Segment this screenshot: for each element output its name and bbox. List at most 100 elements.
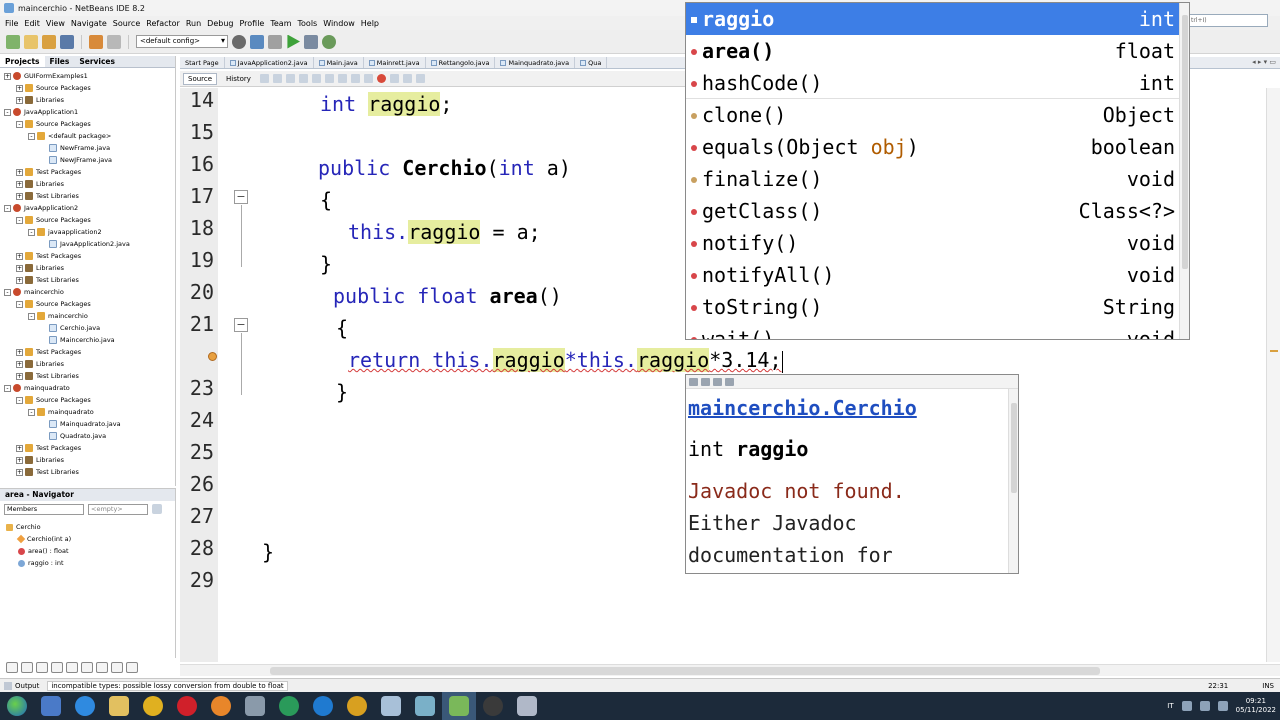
expand-toggle-icon[interactable]: - [4, 108, 11, 116]
expand-toggle-icon[interactable]: + [16, 276, 23, 284]
navigator-item[interactable]: area() : float [0, 545, 175, 557]
tree-item[interactable]: + Test Libraries [0, 274, 175, 286]
menu-navigate[interactable]: Navigate [68, 19, 110, 28]
tree-item[interactable]: + Libraries [0, 178, 175, 190]
find-next-icon[interactable] [311, 74, 321, 83]
expand-toggle-icon[interactable]: + [16, 96, 23, 104]
start-button[interactable] [0, 692, 34, 720]
navigator-item[interactable]: Cerchio [0, 521, 175, 533]
editor-tab[interactable]: Start Page [180, 57, 225, 68]
comment-icon[interactable] [402, 74, 412, 83]
editor-horizontal-scrollbar[interactable] [180, 664, 1280, 676]
expand-toggle-icon[interactable]: + [16, 264, 23, 272]
menu-edit[interactable]: Edit [21, 19, 43, 28]
tree-item[interactable]: - <default package> [0, 130, 175, 142]
menu-file[interactable]: File [2, 19, 21, 28]
filter-icon[interactable] [51, 661, 63, 673]
filter-icon[interactable] [21, 661, 33, 673]
record-macro-icon[interactable] [376, 74, 386, 83]
shift-right-icon[interactable] [363, 74, 373, 83]
taskbar-app[interactable] [272, 692, 306, 720]
tree-item[interactable]: - mainquadrato [0, 382, 175, 394]
expand-toggle-icon[interactable]: - [4, 204, 11, 212]
editor-tab[interactable]: Main.java [314, 57, 364, 68]
taskbar-app[interactable] [374, 692, 408, 720]
filter-icon[interactable] [36, 661, 48, 673]
tree-item[interactable]: + Test Libraries [0, 466, 175, 478]
tree-item[interactable]: + GUIFormExamples1 [0, 70, 175, 82]
redo-icon[interactable] [107, 34, 121, 49]
editor-vertical-scrollbar[interactable] [1266, 88, 1280, 662]
navigator-item[interactable]: raggio : int [0, 557, 175, 569]
uncomment-icon[interactable] [415, 74, 425, 83]
taskbar-app[interactable] [136, 692, 170, 720]
tree-item[interactable]: Maincerchio.java [0, 334, 175, 346]
back-icon[interactable] [689, 377, 698, 386]
menu-tools[interactable]: Tools [295, 19, 321, 28]
open-in-browser-icon[interactable] [713, 377, 722, 386]
error-hint-icon[interactable] [208, 352, 217, 361]
tree-item[interactable]: - Source Packages [0, 394, 175, 406]
empty-select[interactable]: <empty> [88, 503, 148, 515]
tree-item[interactable]: - mainquadrato [0, 406, 175, 418]
expand-toggle-icon[interactable]: - [28, 132, 35, 140]
tab-projects[interactable]: Projects [0, 56, 45, 67]
expand-toggle-icon[interactable]: + [16, 372, 23, 380]
tree-item[interactable]: + Test Libraries [0, 190, 175, 202]
bookmark-icon[interactable] [337, 74, 347, 83]
network-icon[interactable] [1199, 701, 1210, 711]
language-indicator[interactable]: IT [1167, 702, 1173, 710]
taskbar-app[interactable] [476, 692, 510, 720]
filter-icon[interactable] [81, 661, 93, 673]
scroll-thumb[interactable] [1182, 15, 1188, 269]
menu-view[interactable]: View [43, 19, 68, 28]
tree-item[interactable]: Cerchio.java [0, 322, 175, 334]
tray-icon[interactable] [1181, 701, 1192, 711]
expand-toggle-icon[interactable]: - [16, 300, 23, 308]
tree-item[interactable]: + Libraries [0, 454, 175, 466]
filter-icon[interactable] [126, 661, 138, 673]
tree-item[interactable]: + Test Libraries [0, 370, 175, 382]
completion-item[interactable]: clone() Object [686, 99, 1179, 131]
tab-scroll-icon[interactable]: ◂ ▸ ▾ ▭ [1252, 58, 1276, 66]
tree-item[interactable]: - javaapplication2 [0, 226, 175, 238]
stop-macro-icon[interactable] [389, 74, 399, 83]
tree-item[interactable]: NewJFrame.java [0, 154, 175, 166]
expand-toggle-icon[interactable]: + [16, 348, 23, 356]
toggle-highlight-icon[interactable] [324, 74, 334, 83]
tree-item[interactable]: - JavaApplication1 [0, 106, 175, 118]
volume-icon[interactable] [1217, 701, 1228, 711]
expand-toggle-icon[interactable]: + [16, 180, 23, 188]
forward-icon[interactable] [701, 377, 710, 386]
tree-item[interactable]: Mainquadrato.java [0, 418, 175, 430]
taskbar-app[interactable] [102, 692, 136, 720]
back-icon[interactable] [259, 74, 269, 83]
completion-item[interactable]: equals(Object obj) boolean [686, 131, 1179, 163]
tree-item[interactable]: - Source Packages [0, 118, 175, 130]
menu-refactor[interactable]: Refactor [143, 19, 183, 28]
goto-source-icon[interactable] [725, 377, 734, 386]
completion-item[interactable]: notify() void [686, 227, 1179, 259]
tree-item[interactable]: NewFrame.java [0, 142, 175, 154]
run-icon[interactable] [287, 34, 300, 49]
filter-icon[interactable] [96, 661, 108, 673]
menu-help[interactable]: Help [358, 19, 382, 28]
tree-item[interactable]: - Source Packages [0, 298, 175, 310]
filter-icon[interactable] [66, 661, 78, 673]
config-select[interactable]: <default config> [136, 35, 228, 48]
debug-icon[interactable] [304, 34, 318, 49]
build-icon[interactable] [250, 34, 264, 49]
filter-icon[interactable] [111, 661, 123, 673]
tree-item[interactable]: + Libraries [0, 94, 175, 106]
menu-source[interactable]: Source [110, 19, 143, 28]
clock[interactable]: 09:21 05/11/2022 [1236, 697, 1276, 715]
expand-toggle-icon[interactable]: - [28, 408, 35, 416]
quick-search-input[interactable]: trl+I) [1188, 14, 1268, 27]
expand-toggle-icon[interactable]: + [16, 468, 23, 476]
taskbar-app[interactable] [510, 692, 544, 720]
menu-window[interactable]: Window [320, 19, 358, 28]
expand-toggle-icon[interactable]: + [16, 444, 23, 452]
forward-icon[interactable] [272, 74, 282, 83]
new-project-icon[interactable] [6, 34, 20, 49]
tree-item[interactable]: + Source Packages [0, 82, 175, 94]
